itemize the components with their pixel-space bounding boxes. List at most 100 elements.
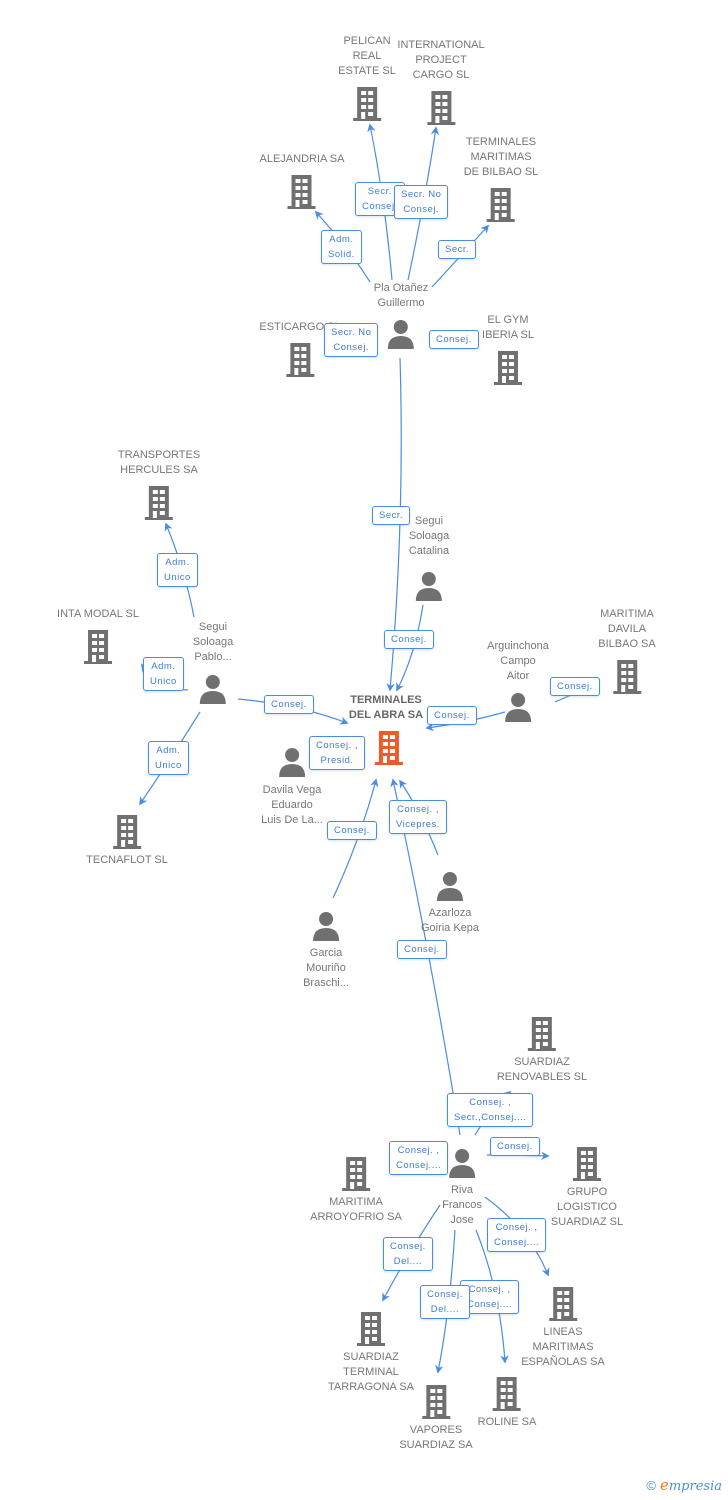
company-label: ESPAÑOLAS SA — [521, 1356, 605, 1368]
building-icon — [352, 87, 381, 121]
company-label: MARITIMAS — [470, 151, 532, 163]
company-label: GRUPO — [566, 1186, 608, 1198]
company-node-tecnaflot[interactable]: TECNAFLOT SL — [86, 813, 168, 868]
company-label: REAL — [352, 50, 382, 62]
relation-badge-seguipab-tecnaflot[interactable]: Adm. Unico — [148, 741, 189, 775]
badge-line: Consej. — [334, 825, 370, 836]
company-label: PELICAN — [343, 35, 391, 47]
logo-text: mpresia — [668, 1479, 722, 1494]
relation-badge-seguicat-main[interactable]: Consej. — [384, 630, 434, 649]
person-icon — [437, 872, 463, 901]
relation-badge-arguinchona-main[interactable]: Consej. — [427, 706, 477, 725]
badge-line: Consej.... — [396, 1160, 442, 1171]
company-label: SUARDIAZ — [343, 1351, 399, 1363]
company-node-ipc[interactable]: INTERNATIONAL PROJECT CARGO SL — [397, 38, 485, 125]
relation-badge-riva-renovables[interactable]: Consej. , Secr.,Consej.... — [447, 1093, 534, 1127]
relation-badge-riva-tarragona[interactable]: Consej. Del.... — [383, 1237, 433, 1271]
person-label: Segui — [414, 515, 444, 527]
person-label: Garcia — [309, 947, 343, 959]
company-label: VAPORES — [409, 1424, 463, 1436]
company-node-pelican[interactable]: PELICAN REAL ESTATE SL — [338, 34, 396, 121]
company-node-tmb[interactable]: TERMINALES MARITIMAS DE BILBAO SL — [463, 135, 539, 222]
relation-badge-riva-vapores[interactable]: Consej. Del.... — [420, 1285, 470, 1319]
person-node-seguicat[interactable]: Segui Soloaga Catalina — [409, 514, 449, 601]
logo-initial: e — [659, 1476, 669, 1494]
copyright-icon: © — [646, 1478, 656, 1493]
company-label: HERCULES SA — [120, 464, 198, 476]
badge-line: Consej. — [362, 201, 398, 212]
company-node-lineas[interactable]: LINEAS MARITIMAS ESPAÑOLAS SA — [521, 1285, 605, 1370]
company-node-maritimadavila[interactable]: MARITIMA DAVILA BILBAO SA — [598, 607, 656, 694]
company-node-alejandria[interactable]: ALEJANDRIA SA — [259, 152, 345, 209]
company-label: PROJECT — [415, 54, 467, 66]
relation-badge-garcia-main[interactable]: Consej. — [327, 821, 377, 840]
person-label: Braschi... — [303, 977, 349, 989]
relation-badge-pla-alejandria[interactable]: Adm. Solid. — [321, 230, 362, 264]
person-node-arguinchona[interactable]: Arguinchona Campo Aitor — [487, 639, 549, 722]
relation-badge-azarloza-main[interactable]: Consej. , Vicepres. — [389, 800, 447, 834]
company-node-elgym[interactable]: EL GYM IBERIA SL — [482, 313, 534, 385]
company-node-renovables[interactable]: SUARDIAZ RENOVABLES SL — [497, 1015, 587, 1085]
person-label: Pla Otañez — [373, 282, 429, 294]
company-label: ESTATE SL — [338, 65, 396, 77]
badge-line: Consej.... — [494, 1237, 540, 1248]
badge-line: Secr. No — [331, 327, 372, 338]
company-label: LINEAS — [543, 1326, 583, 1338]
main-company-label: DEL ABRA SA — [348, 709, 424, 721]
relation-badge-riva-grupo[interactable]: Consej. — [490, 1137, 540, 1156]
empresia-logo[interactable]: © empresia — [646, 1476, 722, 1494]
relation-badge-davila-main[interactable]: Consej. , Presid. — [309, 736, 365, 770]
company-node-hercules[interactable]: TRANSPORTES HERCULES SA — [118, 448, 200, 520]
person-icon — [387, 320, 414, 349]
building-icon — [612, 660, 641, 694]
company-label: ALEJANDRIA SA — [259, 153, 345, 165]
relation-badge-pla-ipc[interactable]: Secr. No Consej. — [394, 185, 449, 219]
relation-badge-seguipab-hercules[interactable]: Adm. Unico — [157, 553, 198, 587]
badge-line: Consej. — [333, 342, 370, 353]
building-icon — [487, 188, 515, 222]
relation-badge-seguipab-main[interactable]: Consej. — [264, 695, 314, 714]
company-label: TERMINAL — [343, 1366, 399, 1378]
badge-line: Consej. — [403, 204, 440, 215]
relation-badge-riva-lineas[interactable]: Consej. , Consej.... — [487, 1218, 547, 1252]
relation-badge-riva-arroyofrio[interactable]: Consej. , Consej.... — [389, 1141, 449, 1175]
company-node-roline[interactable]: ROLINE SA — [478, 1375, 536, 1430]
relation-badge-pla-main[interactable]: Secr. — [372, 506, 411, 525]
badge-line: Consej. , — [396, 804, 439, 815]
relation-badge-pla-esticargo[interactable]: Secr. No Consej. — [324, 323, 379, 357]
person-label: Campo — [500, 655, 536, 667]
company-label: DE BILBAO SL — [463, 166, 539, 178]
person-node-azarloza[interactable]: Azarloza Goiria Kepa — [421, 871, 479, 936]
badge-line: Consej. — [391, 634, 427, 645]
person-icon — [278, 748, 305, 777]
person-node-seguipab[interactable]: Segui Soloaga Pablo... — [193, 620, 233, 704]
company-label: EL GYM — [487, 314, 529, 326]
company-node-grupo[interactable]: GRUPO LOGISTICO SUARDIAZ SL — [551, 1145, 623, 1230]
person-node-garcia[interactable]: Garcia Mouriño Braschi... — [303, 911, 349, 991]
relation-badge-pla-tmb[interactable]: Secr. — [438, 240, 477, 259]
person-node-pla[interactable]: Pla Otañez Guillermo — [374, 281, 428, 349]
relation-badge-arguinchona-maritimadavila[interactable]: Consej. — [550, 677, 600, 696]
building-icon — [528, 1017, 556, 1051]
person-label: Davila Vega — [262, 784, 322, 796]
company-label: LOGISTICO — [557, 1201, 617, 1213]
badge-line: Del.... — [430, 1304, 460, 1315]
building-icon — [374, 731, 403, 765]
company-node-intamodal[interactable]: INTA MODAL SL — [57, 607, 139, 664]
badge-line: Secr. — [367, 186, 392, 197]
relation-badge-seguipab-intamodal[interactable]: Adm. Unico — [143, 657, 184, 691]
badge-line: Consej. — [404, 944, 440, 955]
company-label: SUARDIAZ SA — [399, 1439, 473, 1451]
company-node-vapores[interactable]: VAPORES SUARDIAZ SA — [399, 1383, 473, 1453]
building-icon — [549, 1287, 577, 1321]
relation-badge-riva-main[interactable]: Consej. — [397, 940, 447, 959]
person-node-riva[interactable]: Riva Francos Jose — [442, 1148, 482, 1228]
building-icon — [287, 175, 316, 209]
company-label: DAVILA — [607, 623, 647, 635]
relation-badge-pla-elgym[interactable]: Consej. — [429, 330, 479, 349]
badge-line: Consej. — [271, 699, 307, 710]
person-icon — [312, 912, 339, 941]
badge-line: Consej. — [434, 710, 470, 721]
company-label: MARITIMA — [329, 1196, 383, 1208]
building-icon — [493, 1377, 521, 1411]
